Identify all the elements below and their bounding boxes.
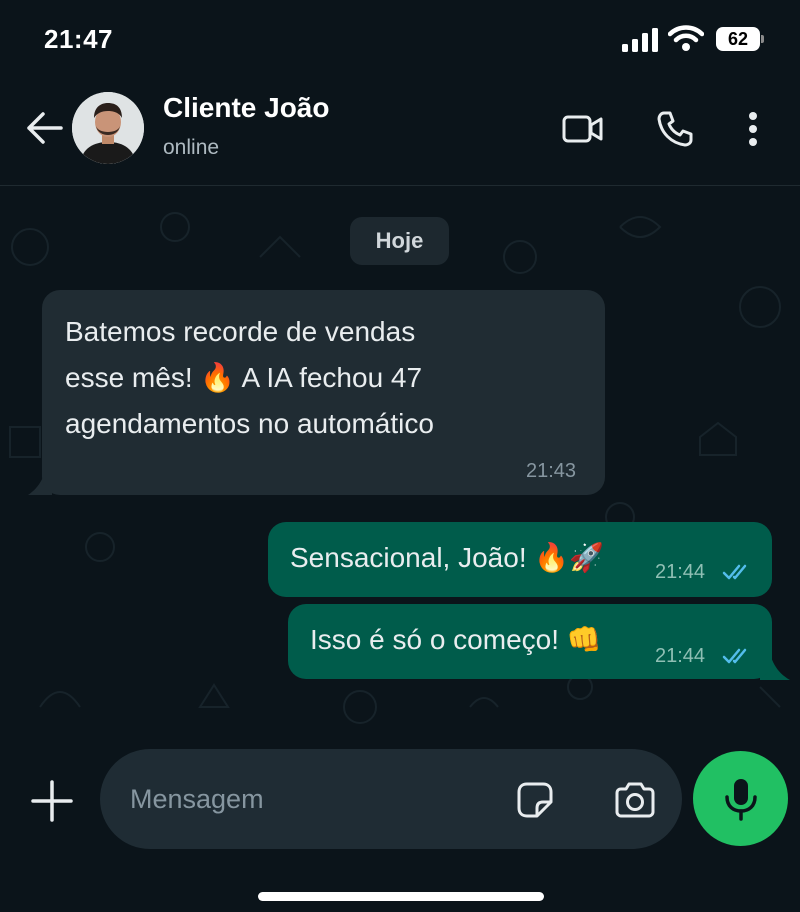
avatar-photo (72, 92, 144, 164)
battery-level: 62 (716, 27, 760, 51)
message-composer (0, 747, 800, 912)
chat-area[interactable]: Hoje Batemos recorde de vendas esse mês!… (0, 187, 800, 747)
message-time: 21:44 (655, 561, 706, 583)
message-input[interactable] (130, 779, 490, 819)
video-call-button[interactable] (558, 104, 608, 154)
outgoing-message-bubble[interactable]: Isso é só o começo! 👊 21:44 (288, 604, 772, 679)
message-text: Sensacional, João! 🔥🚀 (290, 542, 605, 573)
message-field[interactable] (100, 749, 682, 849)
double-check-read-icon (722, 648, 747, 664)
voice-call-button[interactable] (650, 104, 700, 154)
wifi-icon (668, 25, 704, 51)
sticker-icon (517, 782, 553, 818)
message-text: Isso é só o começo! 👊 (310, 624, 602, 655)
double-check-read-icon (722, 564, 747, 580)
arrow-left-icon (27, 112, 63, 144)
message-time: 21:44 (655, 645, 706, 667)
battery-indicator: 62 (716, 27, 764, 51)
more-options-button[interactable] (728, 104, 778, 154)
status-time: 21:47 (44, 24, 113, 54)
contact-name[interactable]: Cliente João (163, 92, 329, 124)
camera-icon (615, 782, 655, 818)
message-line: agendamentos no automático (65, 408, 434, 439)
message-line: Batemos recorde de vendas (65, 316, 416, 347)
chat-header: Cliente João online (0, 80, 800, 186)
contact-avatar[interactable] (72, 92, 144, 164)
date-separator: Hoje (350, 217, 449, 265)
message-line: esse mês! 🔥 A IA fechou 47 (65, 362, 423, 393)
sticker-button[interactable] (512, 777, 558, 823)
video-camera-icon (562, 115, 603, 143)
back-button[interactable] (22, 106, 66, 150)
incoming-message-bubble[interactable]: Batemos recorde de vendas esse mês! 🔥 A … (42, 290, 605, 495)
attach-button[interactable] (28, 777, 76, 825)
kebab-menu-icon (749, 112, 757, 146)
phone-icon (657, 111, 693, 147)
camera-button[interactable] (610, 777, 660, 823)
status-bar: 21:47 62 (0, 0, 800, 80)
outgoing-message-bubble[interactable]: Sensacional, João! 🔥🚀 21:44 (268, 522, 772, 597)
voice-message-button[interactable] (693, 751, 788, 846)
contact-status: online (163, 136, 220, 159)
microphone-icon (724, 778, 757, 821)
home-indicator[interactable] (258, 892, 544, 901)
message-text: Batemos recorde de vendas esse mês! 🔥 A … (65, 309, 585, 447)
plus-icon (31, 780, 73, 822)
signal-icon (622, 28, 658, 52)
message-time: 21:43 (526, 460, 577, 482)
